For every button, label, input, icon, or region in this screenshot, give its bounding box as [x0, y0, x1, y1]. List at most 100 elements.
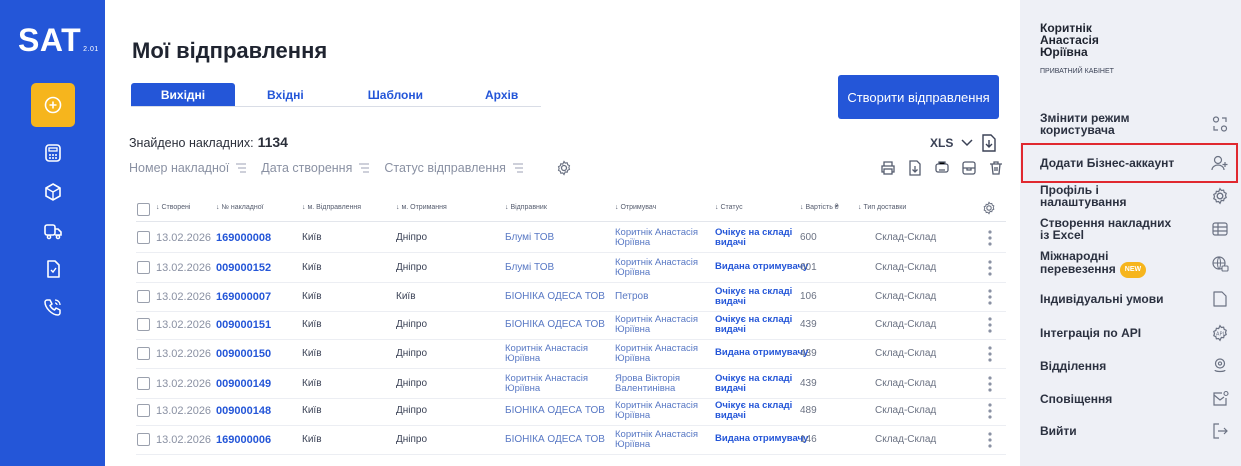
sat-logo[interactable]: SAT 2.01 — [18, 22, 99, 59]
page-title: Мої відправлення — [132, 38, 328, 63]
cabinet-type: ПРИВАТНИЙ КАБІНЕТ — [1040, 68, 1114, 75]
row-city-to: Дніпро — [396, 348, 428, 359]
row-checkbox[interactable] — [137, 347, 150, 360]
row-invoice-number[interactable]: 169000008 — [216, 232, 271, 244]
rail-truck-icon[interactable] — [42, 220, 64, 242]
download-doc-icon[interactable] — [907, 160, 923, 176]
menu-individual-terms[interactable]: Індивідуальні умови — [1040, 283, 1230, 315]
rail-phone-icon[interactable] — [42, 296, 64, 318]
columns-settings-gear-icon[interactable] — [982, 201, 996, 215]
table-row[interactable]: 13.02.2026 169000007 Київ Київ БІОНІКА ОДЕСА… — [136, 282, 1006, 312]
tab-outgoing[interactable]: Вихідні — [131, 83, 235, 106]
row-more-icon[interactable] — [988, 289, 992, 308]
row-checkbox[interactable] — [137, 318, 150, 331]
filter-icon — [236, 163, 247, 173]
menu-international[interactable]: Міжнародні перевезення NEW — [1040, 248, 1230, 280]
row-city-from: Київ — [302, 434, 322, 445]
table-row[interactable]: 13.02.2026 169000008 Київ Дніпро Блумі ТОВ Ко… — [136, 223, 1006, 253]
menu-api-integration[interactable]: Інтеграція по API API — [1040, 317, 1230, 349]
filter-shipment-status[interactable]: Статус відправлення — [384, 161, 524, 175]
print-label-icon[interactable] — [934, 160, 950, 176]
row-checkbox[interactable] — [137, 377, 150, 390]
header-created[interactable]: ↓ Створені — [156, 204, 190, 211]
table-row[interactable]: 13.02.2026 009000149 Київ Дніпро Коритнік Ан… — [136, 369, 1006, 399]
row-checkbox[interactable] — [137, 290, 150, 303]
table-row[interactable]: 13.02.2026 009000148 Київ Дніпро БІОНІКА ОДЕ… — [136, 396, 1006, 426]
menu-excel-import[interactable]: Створення накладних із Excel — [1040, 213, 1230, 245]
row-checkbox[interactable] — [137, 404, 150, 417]
row-more-icon[interactable] — [988, 260, 992, 279]
row-cost: 146 — [800, 434, 817, 445]
export-xls-control[interactable]: XLS — [930, 134, 997, 152]
menu-logout[interactable]: Вийти — [1040, 415, 1230, 447]
row-receiver: Коритнік Анастасія Юріївна — [615, 343, 699, 364]
header-status[interactable]: ↓ Статус — [715, 204, 743, 211]
rail-document-icon[interactable] — [42, 258, 64, 280]
header-delivery-type[interactable]: ↓ Тип доставки — [858, 204, 906, 211]
row-invoice-number[interactable]: 009000151 — [216, 319, 271, 331]
table-row[interactable]: 13.02.2026 009000150 Київ Дніпро Коритнік Ан… — [136, 339, 1006, 369]
header-from[interactable]: ↓ м. Відправлення — [302, 204, 361, 211]
header-receiver[interactable]: ↓ Отримувач — [615, 204, 656, 211]
row-more-icon[interactable] — [988, 230, 992, 249]
create-shipment-button[interactable] — [31, 83, 75, 127]
row-delivery-type: Склад-Склад — [875, 232, 937, 243]
menu-branches[interactable]: Відділення — [1040, 350, 1230, 382]
row-receiver: Коритнік Анастасія Юріївна — [615, 400, 699, 421]
rail-package-icon[interactable] — [42, 181, 64, 203]
table-row[interactable]: 13.02.2026 009000151 Київ Дніпро БІОНІКА ОДЕ… — [136, 310, 1006, 340]
plus-circle-icon — [44, 96, 62, 114]
menu-profile-settings[interactable]: Профіль і налаштування — [1040, 180, 1230, 212]
row-checkbox[interactable] — [137, 231, 150, 244]
row-sender: Коритнік Анастасія Юріївна — [505, 343, 589, 364]
create-shipment-main-button[interactable]: Створити відправлення — [838, 75, 999, 119]
row-checkbox[interactable] — [137, 261, 150, 274]
row-date: 13.02.2026 — [156, 232, 212, 244]
row-city-to: Київ — [396, 291, 416, 302]
row-more-icon[interactable] — [988, 403, 992, 422]
header-sender[interactable]: ↓ Відправник — [505, 204, 547, 211]
row-more-icon[interactable] — [988, 432, 992, 451]
download-icon[interactable] — [981, 134, 997, 152]
row-invoice-number[interactable]: 009000148 — [216, 405, 271, 417]
row-invoice-number[interactable]: 169000006 — [216, 434, 271, 446]
table-row[interactable]: 13.02.2026 169000006 Київ Дніпро БІОНІКА ОДЕ… — [136, 425, 1006, 455]
tab-archive[interactable]: Архів — [485, 83, 518, 106]
row-city-to: Дніпро — [396, 405, 428, 416]
row-more-icon[interactable] — [988, 376, 992, 395]
table-header: ↓ Створені ↓ № накладної ↓ м. Відправлен… — [136, 198, 1006, 222]
row-receiver: Коритнік Анастасія Юріївна — [615, 227, 699, 248]
menu-switch-mode[interactable]: Змінити режим користувача — [1040, 108, 1230, 140]
print-icon[interactable] — [880, 160, 896, 176]
api-gear-icon: API — [1210, 323, 1230, 343]
row-cost: 439 — [800, 319, 817, 330]
row-invoice-number[interactable]: 009000152 — [216, 262, 271, 274]
table-row[interactable]: 13.02.2026 009000152 Київ Дніпро Блумі ТОВ Ко… — [136, 253, 1006, 283]
filter-invoice-number[interactable]: Номер накладної — [129, 161, 247, 175]
row-sender: Блумі ТОВ — [505, 262, 555, 273]
main-content: Мої відправлення Вихідні Вхідні Шаблони … — [105, 0, 1020, 466]
select-all-checkbox[interactable] — [137, 203, 150, 216]
menu-notifications[interactable]: Сповіщення — [1040, 383, 1230, 415]
tab-templates[interactable]: Шаблони — [368, 83, 423, 106]
row-invoice-number[interactable]: 169000007 — [216, 291, 271, 303]
rail-calculator-icon[interactable] — [42, 142, 64, 164]
archive-icon[interactable] — [961, 160, 977, 176]
row-cost: 439 — [800, 348, 817, 359]
row-invoice-number[interactable]: 009000150 — [216, 348, 271, 360]
tab-incoming[interactable]: Вхідні — [267, 83, 304, 106]
trash-icon[interactable] — [988, 160, 1004, 176]
row-more-icon[interactable] — [988, 317, 992, 336]
header-to[interactable]: ↓ м. Отримання — [396, 204, 447, 211]
row-checkbox[interactable] — [137, 433, 150, 446]
filter-creation-date[interactable]: Дата створення — [261, 161, 370, 175]
header-cost[interactable]: ↓ Вартість ₴ — [800, 204, 839, 211]
header-number[interactable]: ↓ № накладної — [216, 204, 264, 211]
filter-settings-gear-icon[interactable] — [556, 160, 572, 176]
row-more-icon[interactable] — [988, 346, 992, 365]
row-receiver: Ярова Вікторія Валентинівна — [615, 373, 681, 394]
row-city-from: Київ — [302, 232, 322, 243]
row-delivery-type: Склад-Склад — [875, 378, 937, 389]
row-invoice-number[interactable]: 009000149 — [216, 378, 271, 390]
notification-icon — [1210, 389, 1230, 409]
